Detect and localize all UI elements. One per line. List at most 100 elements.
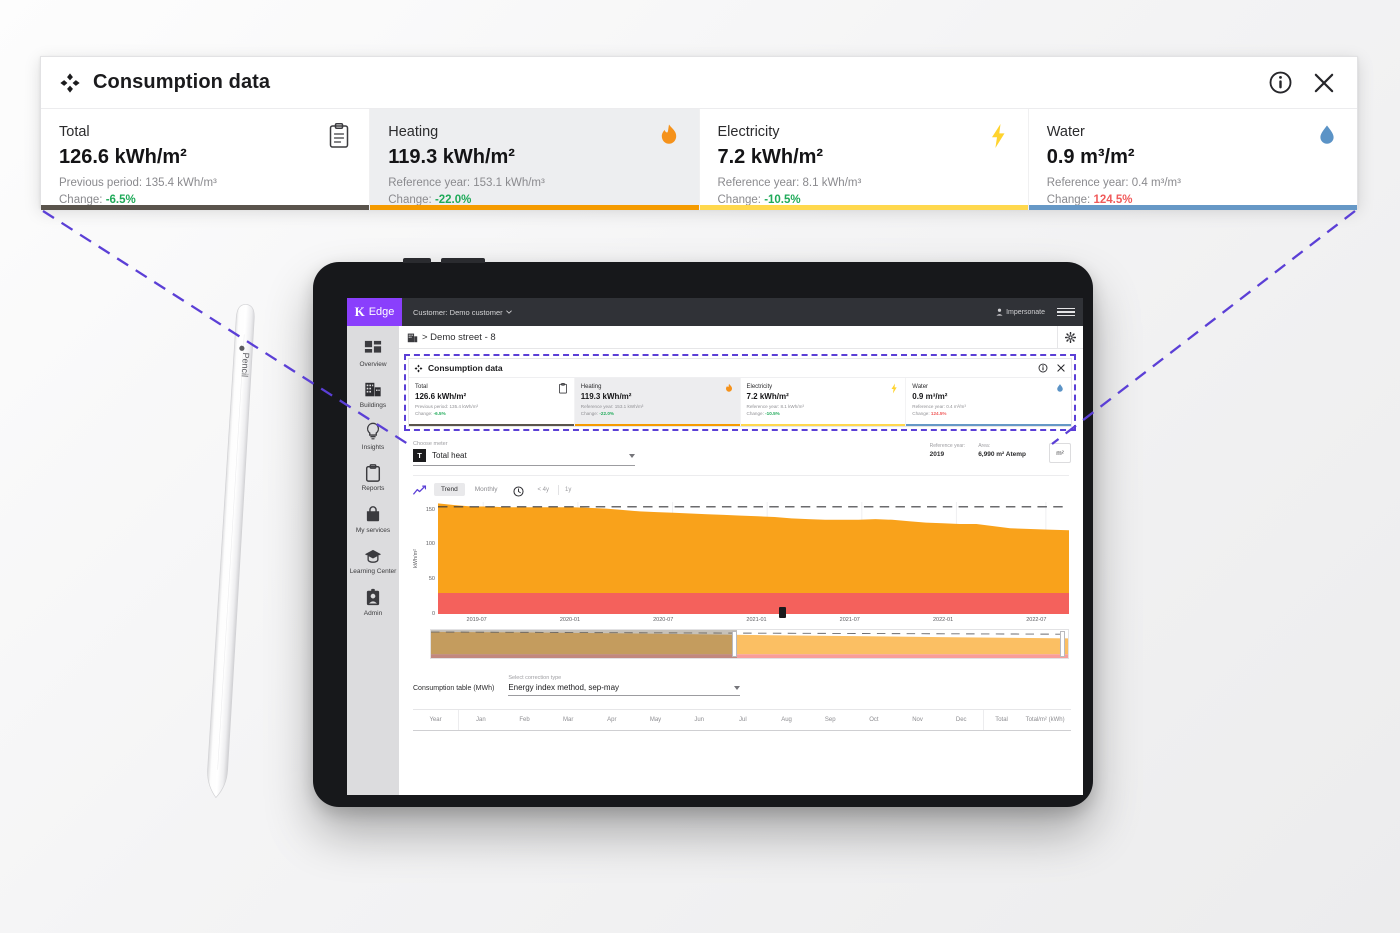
- correction-type-control[interactable]: Energy index method, sep-may: [508, 683, 741, 697]
- table-column-header[interactable]: Nov: [896, 710, 940, 730]
- dashboard-icon: [364, 339, 383, 358]
- x-tick: 2021-07: [839, 617, 860, 624]
- table-column-header[interactable]: Feb: [503, 710, 547, 730]
- kpi-card-electricity[interactable]: Electricity 7.2 kWh/m² Reference year: 8…: [740, 378, 907, 427]
- scroll-area[interactable]: Consumption data Total 126.6 kWh/m² Prev…: [399, 349, 1083, 795]
- chart-series-base: [438, 593, 1069, 615]
- close-icon[interactable]: [1309, 68, 1339, 98]
- sidebar-item-admin[interactable]: Admin: [347, 582, 399, 623]
- kpi-card-water[interactable]: Water 0.9 m³/m² Reference year: 0.4 m³/m…: [906, 378, 1071, 427]
- bag-icon: [364, 505, 383, 524]
- gear-icon[interactable]: [1057, 325, 1083, 349]
- kpi-change-value: 124.5%: [930, 410, 947, 416]
- table-column-header[interactable]: Year: [413, 710, 459, 731]
- chart-cursor-marker[interactable]: [778, 607, 786, 619]
- move-icon[interactable]: [414, 364, 423, 373]
- consumption-table-section: Consumption table (MWh) Select correctio…: [399, 675, 1083, 732]
- clock-icon[interactable]: [512, 484, 524, 497]
- unit-toggle-button[interactable]: m²: [1049, 443, 1071, 464]
- close-icon[interactable]: [1055, 363, 1066, 374]
- table-column-header[interactable]: Jun: [677, 710, 721, 730]
- kpi-label: Heating: [580, 384, 602, 390]
- consumption-data-card: Consumption data Total 126.6 kWh/m² Prev…: [408, 358, 1072, 428]
- navigator-handle-left[interactable]: [731, 631, 737, 658]
- kpi-reference-year: Reference year: 0.4 m³/m³: [1046, 176, 1181, 189]
- kpi-text: Heating 119.3 kWh/m² Reference year: 153…: [581, 383, 720, 417]
- hamburger-icon[interactable]: [1057, 307, 1075, 317]
- info-icon[interactable]: [1037, 363, 1048, 374]
- chart-plot-area[interactable]: [438, 502, 1069, 619]
- kpi-change-label: Change:: [912, 410, 930, 416]
- table-column-header[interactable]: May: [634, 710, 678, 730]
- meter-select-control[interactable]: T Total heat: [413, 449, 635, 467]
- kpi-card-heating[interactable]: Heating 119.3 kWh/m² Reference year: 153…: [370, 109, 700, 211]
- kpi-text: Total 126.6 kWh/m² Previous period: 135.…: [59, 123, 319, 210]
- navigator-handle-right[interactable]: [1060, 631, 1066, 658]
- user-icon: [996, 308, 1003, 316]
- table-column-header[interactable]: Mar: [546, 710, 590, 730]
- callout-card-header: Consumption data: [41, 57, 1357, 109]
- info-icon[interactable]: [1265, 68, 1295, 98]
- sidebar-item-overview[interactable]: Overview: [347, 333, 399, 374]
- bolt-icon: [891, 383, 897, 394]
- breadcrumb-text[interactable]: > Demo street - 8: [422, 332, 496, 343]
- kpi-card-heating[interactable]: Heating 119.3 kWh/m² Reference year: 153…: [574, 378, 741, 427]
- table-column-header[interactable]: Total: [983, 710, 1019, 731]
- table-column-header[interactable]: Apr: [590, 710, 634, 730]
- sidebar-item-reports[interactable]: Reports: [347, 457, 399, 498]
- tab-monthly[interactable]: Monthly: [468, 483, 505, 496]
- table-column-header[interactable]: Oct: [852, 710, 896, 730]
- x-tick: 2019-07: [466, 617, 487, 624]
- range-1y-button[interactable]: 1y: [558, 484, 577, 495]
- kpi-card-water[interactable]: Water 0.9 m³/m² Reference year: 0.4 m³/m…: [1028, 109, 1357, 211]
- kpi-card-total[interactable]: Total 126.6 kWh/m² Previous period: 135.…: [41, 109, 371, 211]
- meter-selector-row: Choose meter T Total heat Reference year…: [399, 431, 1083, 467]
- meter-meta: Reference year: 2019 Area: 6,990 m² Atem…: [930, 443, 1071, 466]
- table-column-header[interactable]: Sep: [808, 710, 852, 730]
- table-controls: Consumption table (MWh) Select correctio…: [413, 675, 1071, 697]
- impersonate-button[interactable]: Impersonate: [996, 308, 1045, 316]
- y-tick: 0: [431, 611, 435, 618]
- correction-type-select[interactable]: Select correction type Energy index meth…: [508, 675, 741, 697]
- sidebar-item-my-services[interactable]: My services: [347, 499, 399, 540]
- kpi-label: Electricity: [746, 384, 773, 390]
- table-column-header[interactable]: Jan: [459, 710, 503, 730]
- consumption-card-highlight: Consumption data Total 126.6 kWh/m² Prev…: [404, 354, 1076, 432]
- kpi-reference-year: Reference year: 8.1 kWh/m³: [746, 403, 804, 409]
- pencil-label: Pencil: [240, 352, 251, 377]
- table-column-header[interactable]: Aug: [765, 710, 809, 730]
- navigator-dim-mask-left: [431, 630, 737, 659]
- kpi-card-total[interactable]: Total 126.6 kWh/m² Previous period: 135.…: [409, 378, 575, 427]
- y-tick: 50: [428, 576, 435, 583]
- x-tick: 2021-01: [746, 617, 767, 624]
- kpi-accent-bar: [41, 205, 370, 211]
- kpi-card-electricity[interactable]: Electricity 7.2 kWh/m² Reference year: 8…: [699, 109, 1029, 211]
- sidebar-item-insights[interactable]: Insights: [347, 416, 399, 457]
- sidebar-item-buildings[interactable]: Buildings: [347, 374, 399, 415]
- kpi-change-value: -6.5%: [433, 410, 446, 416]
- table-column-header[interactable]: Jul: [721, 710, 765, 730]
- chart-range-navigator[interactable]: [430, 629, 1069, 660]
- table-column-header[interactable]: Total/m² (kWh): [1019, 710, 1071, 730]
- meter-select[interactable]: Choose meter T Total heat: [413, 441, 635, 467]
- kpi-reference-year: Reference year: 0.4 m³/m³: [912, 403, 966, 409]
- move-icon[interactable]: [59, 72, 81, 94]
- tab-trend[interactable]: Trend: [434, 483, 465, 497]
- brand-logo[interactable]: K Edge: [347, 298, 402, 326]
- customer-selector[interactable]: Customer: Demo customer: [413, 308, 512, 317]
- x-axis-ticks: 2019-07 2020-01 2020-07 2021-01 2021-07 …: [430, 617, 1083, 623]
- range-4y-button[interactable]: < 4y: [532, 485, 556, 495]
- breadcrumb: > Demo street - 8: [399, 325, 1083, 349]
- kpi-accent-bar: [409, 424, 574, 427]
- building-small-icon: [407, 333, 418, 342]
- table-column-header[interactable]: Dec: [939, 710, 983, 730]
- kpi-label: Total: [59, 124, 90, 140]
- sidebar-item-learning-center[interactable]: Learning Center: [347, 540, 399, 581]
- reference-year-value: 2019: [929, 451, 945, 459]
- y-tick: 100: [425, 541, 435, 548]
- y-axis-ticks: 150 100 50 0: [421, 502, 438, 618]
- consumption-data-callout-card: Consumption data Total 126.6 kWh/m² Prev…: [40, 56, 1358, 211]
- consumption-card-title: Consumption data: [428, 363, 503, 373]
- kpi-accent-bar: [370, 205, 699, 211]
- kpi-value: 126.6 kWh/m²: [59, 145, 187, 168]
